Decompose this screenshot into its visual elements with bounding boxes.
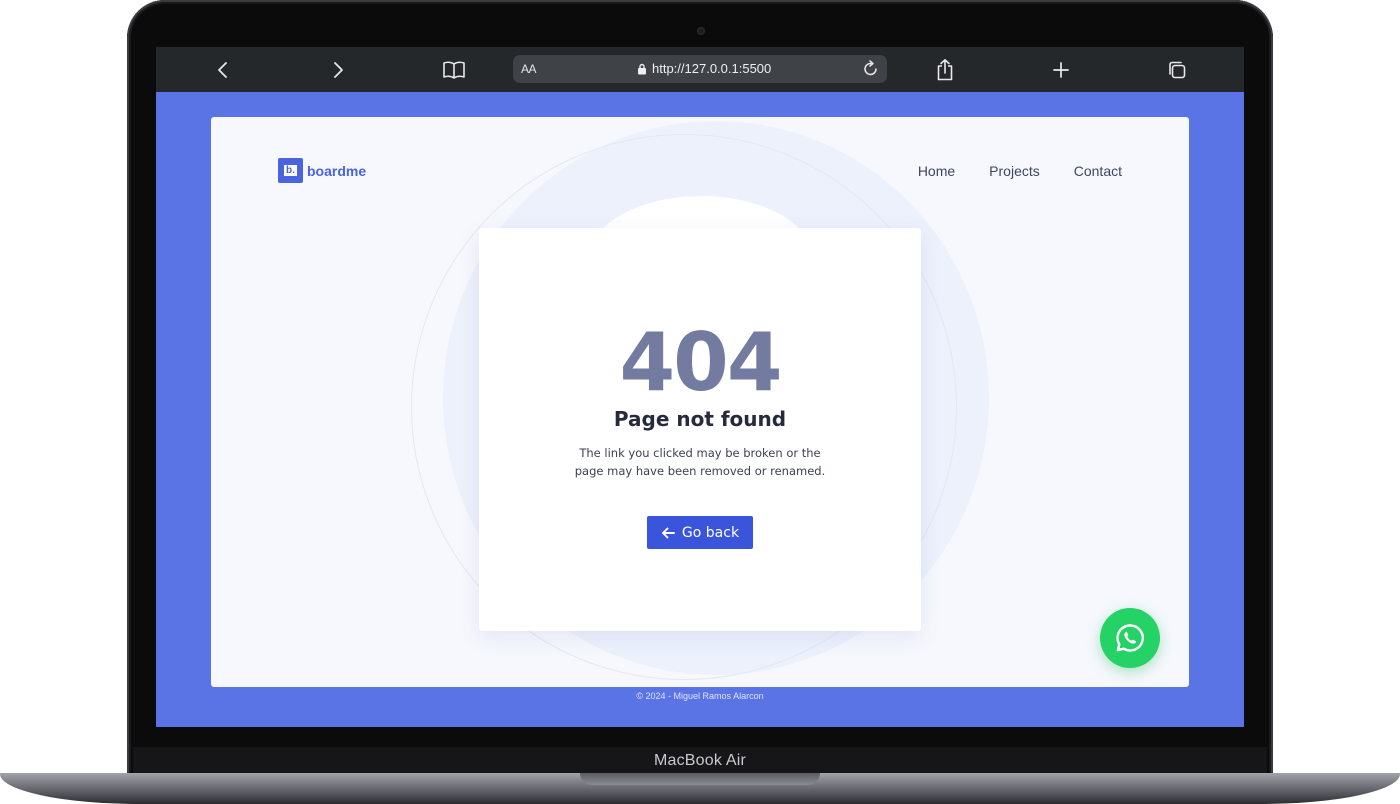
error-card: 404 Page not found The link you clicked … (479, 228, 921, 631)
page-card: b. boardme Home Projects Contact 404 Pag… (211, 117, 1189, 687)
device-label: MacBook Air (653, 752, 746, 769)
logo-text: boardme (307, 162, 367, 179)
camera (697, 27, 705, 35)
bookmarks-button[interactable] (441, 57, 467, 83)
back-button[interactable] (210, 57, 236, 83)
arrow-left-icon (661, 527, 675, 538)
logo-mark: b. (278, 158, 303, 183)
browser-toolbar: AA http://127.0.0.1:5500 (156, 47, 1244, 92)
error-description: The link you clicked may be broken or th… (574, 446, 826, 478)
nav-link-projects[interactable]: Projects (989, 163, 1040, 179)
url-text: http://127.0.0.1:5500 (652, 61, 772, 76)
text-size-button[interactable]: AA (521, 62, 537, 76)
lock-icon (638, 63, 646, 75)
logo-mark-text: b. (284, 165, 297, 176)
error-title: Page not found (613, 407, 787, 431)
share-icon (937, 59, 953, 81)
chevron-right-icon (334, 62, 343, 78)
logo[interactable]: b. boardme (278, 158, 366, 183)
whatsapp-icon (1116, 624, 1144, 652)
new-tab-button[interactable] (1048, 57, 1074, 83)
footer-text: © 2024 - Miguel Ramos Alarcon (636, 691, 764, 701)
chevron-left-icon (218, 62, 227, 78)
tabs-button[interactable] (1164, 57, 1190, 83)
plus-icon (1053, 62, 1069, 78)
laptop-notch (580, 773, 820, 785)
nav-link-contact[interactable]: Contact (1074, 163, 1122, 179)
share-button[interactable] (932, 57, 958, 83)
main-nav: Home Projects Contact (918, 163, 1122, 179)
go-back-button[interactable]: Go back (647, 516, 753, 549)
address-bar[interactable]: AA http://127.0.0.1:5500 (513, 55, 887, 83)
book-icon (443, 61, 465, 79)
whatsapp-button[interactable] (1100, 608, 1160, 668)
tabs-icon (1169, 61, 1186, 79)
reload-icon[interactable] (861, 59, 881, 79)
screen: AA http://127.0.0.1:5500 b. boardme Home… (156, 47, 1244, 727)
forward-button[interactable] (325, 57, 351, 83)
nav-link-home[interactable]: Home (918, 163, 955, 179)
error-code: 404 (619, 316, 783, 409)
go-back-label: Go back (681, 524, 740, 541)
